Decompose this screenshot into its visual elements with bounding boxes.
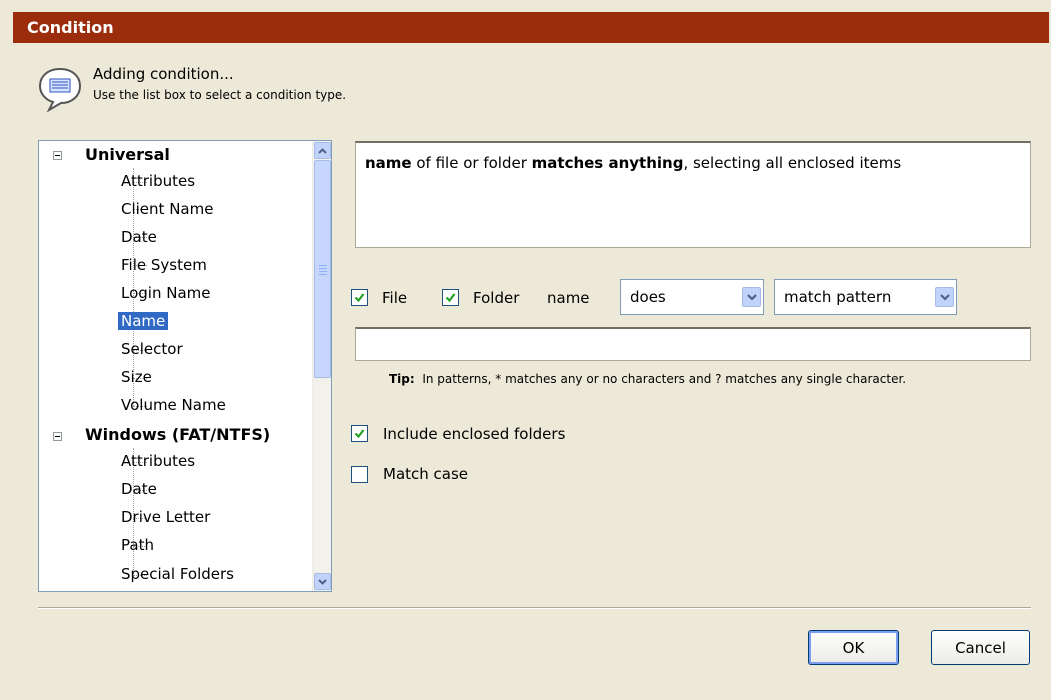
tree-item-name[interactable]: Name	[118, 308, 169, 335]
tree-item-volume-name[interactable]: Volume Name	[118, 392, 229, 419]
folder-checkbox[interactable]	[442, 289, 459, 306]
checkmark-icon	[354, 429, 365, 439]
include-enclosed-label[interactable]: Include enclosed folders	[383, 425, 565, 443]
tree-item-attributes[interactable]: Attributes	[118, 448, 198, 475]
ok-button[interactable]: OK	[808, 630, 899, 665]
tree-item-label: Volume Name	[121, 396, 226, 414]
tree-item-login-name[interactable]: Login Name	[118, 280, 214, 307]
dialog-title: Condition	[27, 18, 114, 37]
tree-item-drive-letter[interactable]: Drive Letter	[118, 504, 213, 531]
tree-item-date[interactable]: Date	[118, 224, 160, 251]
tip-label: Tip:	[389, 372, 415, 386]
tree-item-label: Special Folders	[121, 565, 234, 583]
match-select-value: match pattern	[784, 288, 892, 306]
tree-group-universal[interactable]: Universal	[85, 141, 170, 168]
tree-item-selector[interactable]: Selector	[118, 336, 186, 363]
tree-item-label: Path	[121, 536, 154, 554]
condition-type-tree[interactable]: Universal Attributes Client Name Date Fi…	[38, 140, 332, 592]
tree-item-label-selected: Name	[118, 312, 169, 330]
tree-item-label: Login Name	[121, 284, 211, 302]
description-keyword: matches anything	[531, 154, 684, 172]
header-subtitle: Use the list box to select a condition t…	[93, 88, 347, 102]
tree-item-date[interactable]: Date	[118, 476, 160, 503]
scroll-down-button[interactable]	[314, 573, 331, 590]
divider	[38, 607, 1031, 609]
match-select[interactable]: match pattern	[774, 279, 957, 315]
match-select-dropdown[interactable]	[935, 287, 954, 307]
header-title: Adding condition...	[93, 65, 234, 83]
cancel-button[interactable]: Cancel	[931, 630, 1030, 665]
include-enclosed-checkbox[interactable]	[351, 425, 368, 442]
description-keyword: name	[365, 154, 412, 172]
chevron-up-icon	[318, 147, 327, 154]
speech-bubble-icon	[38, 67, 82, 112]
chevron-down-icon	[746, 293, 757, 301]
tree-item-size[interactable]: Size	[118, 364, 155, 391]
chevron-down-icon	[318, 578, 327, 585]
tree-item-attributes[interactable]: Attributes	[118, 168, 198, 195]
file-label[interactable]: File	[382, 289, 407, 307]
description-text: , selecting all enclosed items	[683, 154, 902, 172]
scroll-up-button[interactable]	[314, 142, 331, 159]
does-select[interactable]: does	[620, 279, 764, 315]
tree-item-label: File System	[121, 256, 207, 274]
tree-item-label: Client Name	[121, 200, 214, 218]
tree-item-label: Date	[121, 228, 157, 246]
tree-item-special-folders[interactable]: Special Folders	[118, 561, 237, 588]
tree-item-path[interactable]: Path	[118, 532, 157, 559]
pattern-input[interactable]	[355, 327, 1031, 361]
does-select-dropdown[interactable]	[742, 287, 761, 307]
checkmark-icon	[354, 293, 365, 303]
tree-item-label: Drive Letter	[121, 508, 211, 526]
chevron-down-icon	[939, 293, 950, 301]
tree-item-label: Selector	[121, 340, 183, 358]
match-case-label[interactable]: Match case	[383, 465, 468, 483]
checkmark-icon	[445, 293, 456, 303]
tree-scrollbar[interactable]	[312, 141, 331, 591]
tree-group-windows[interactable]: Windows (FAT/NTFS)	[85, 421, 270, 448]
collapse-icon[interactable]	[53, 151, 62, 160]
dialog-title-bar: Condition	[13, 12, 1049, 43]
tip-text: Tip: In patterns, * matches any or no ch…	[389, 372, 906, 386]
tree-item-label: Date	[121, 480, 157, 498]
tree-item-client-name[interactable]: Client Name	[118, 196, 216, 223]
condition-description: name of file or folder matches anything,…	[355, 141, 1031, 248]
tip-body: In patterns, * matches any or no charact…	[422, 372, 907, 386]
does-select-value: does	[630, 288, 666, 306]
match-case-checkbox[interactable]	[351, 466, 368, 483]
tree-item-label: Attributes	[121, 172, 196, 190]
file-checkbox[interactable]	[351, 289, 368, 306]
description-text: of file or folder	[411, 154, 532, 172]
tree-item-label: Size	[121, 368, 152, 386]
tree-item-file-system[interactable]: File System	[118, 252, 210, 279]
tree-item-label: Attributes	[121, 452, 196, 470]
folder-label[interactable]: Folder	[473, 289, 519, 307]
name-label: name	[547, 289, 590, 307]
scroll-thumb[interactable]	[314, 160, 331, 378]
collapse-icon[interactable]	[53, 432, 62, 441]
